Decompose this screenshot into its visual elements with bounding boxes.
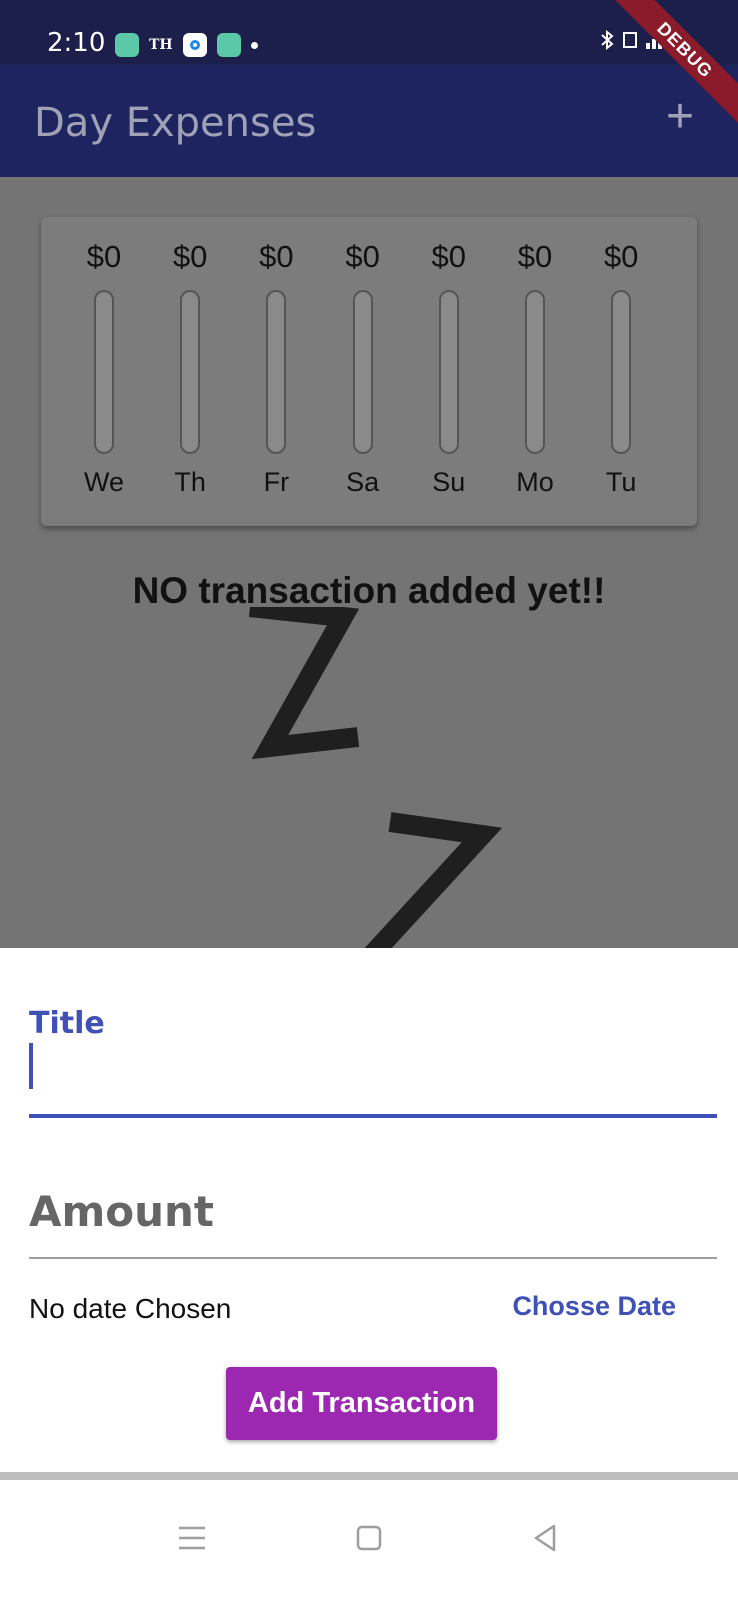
bar-day-label: Mo <box>516 467 554 497</box>
empty-state-message: NO transaction added yet!! <box>132 570 606 611</box>
camera-notification-icon <box>182 33 207 57</box>
page-title: Day Expenses <box>34 100 317 146</box>
menu-nav-button[interactable] <box>162 1508 222 1568</box>
title-label: Title <box>29 1006 105 1041</box>
bar-day-label: Tu <box>605 467 637 497</box>
chart-bar-column: $0 Fr <box>241 217 311 526</box>
menu-icon <box>179 1526 205 1550</box>
back-nav-button[interactable] <box>515 1508 575 1568</box>
bar-track <box>611 290 632 454</box>
bar-track <box>180 290 201 454</box>
bar-day-label: Su <box>432 467 466 497</box>
app-notification-icon <box>115 33 139 57</box>
th-notification-icon: TH <box>149 37 173 53</box>
bar-amount-label: $0 <box>345 239 380 274</box>
bar-day-label: Fr <box>263 467 290 497</box>
new-transaction-sheet: Title No date Chosen Chosse Date Add Tra… <box>8 958 730 1472</box>
date-status-text: No date Chosen <box>29 1293 232 1324</box>
more-notifications-icon <box>250 41 258 49</box>
home-nav-button[interactable] <box>339 1508 399 1568</box>
chart-bar-column: $0 Th <box>155 217 225 526</box>
home-square-icon <box>356 1525 382 1551</box>
bluetooth-icon <box>601 30 614 50</box>
notification-icons: TH <box>115 33 258 57</box>
weekly-chart-card: $0 We $0 Th $0 Fr $0 Sa $0 Su $0 Mo $0 Tu <box>41 217 697 526</box>
bar-track <box>352 290 373 454</box>
sheet-shadow-strip <box>0 1472 738 1480</box>
chart-bar-column: $0 Tu <box>586 217 656 526</box>
bar-amount-label: $0 <box>86 239 122 274</box>
add-transaction-button[interactable]: + <box>658 93 702 141</box>
chart-bar-column: $0 Su <box>414 217 484 526</box>
add-transaction-submit-button[interactable]: Add Transaction <box>226 1367 497 1440</box>
bar-track <box>438 290 459 454</box>
back-triangle-icon <box>534 1524 556 1552</box>
chart-bar-column: $0 We <box>69 217 139 526</box>
choose-date-button[interactable]: Chosse Date <box>512 1291 676 1322</box>
text-cursor <box>29 1043 33 1089</box>
bar-day-label: We <box>83 467 124 497</box>
volte-icon <box>623 32 637 48</box>
system-navigation-bar <box>0 1480 738 1600</box>
bar-track <box>525 290 545 454</box>
status-bar: 2:10 TH DEBUG <box>0 0 738 128</box>
bar-amount-label: $0 <box>431 239 467 274</box>
plus-icon: + <box>665 90 695 143</box>
status-time: 2:10 <box>47 28 106 58</box>
title-input[interactable] <box>29 1042 717 1118</box>
chart-bar-column: $0 Sa <box>328 217 398 526</box>
bar-amount-label: $0 <box>517 239 553 274</box>
bar-day-label: Sa <box>346 467 380 497</box>
sleeping-zz-icon <box>248 607 503 948</box>
robot-notification-icon <box>216 33 241 57</box>
bar-track <box>94 290 114 454</box>
bar-day-label: Th <box>174 467 206 497</box>
bar-amount-label: $0 <box>603 239 639 274</box>
modal-overlay[interactable]: $0 We $0 Th $0 Fr $0 Sa $0 Su $0 Mo $0 Tu NO transact… <box>0 177 738 948</box>
app-bar: Day Expenses + <box>0 65 738 177</box>
bar-amount-label: $0 <box>172 239 208 274</box>
amount-input[interactable] <box>29 1165 717 1259</box>
bar-amount-label: $0 <box>259 239 294 274</box>
chart-bar-column: $0 Mo <box>500 217 570 526</box>
bar-track <box>266 290 287 454</box>
